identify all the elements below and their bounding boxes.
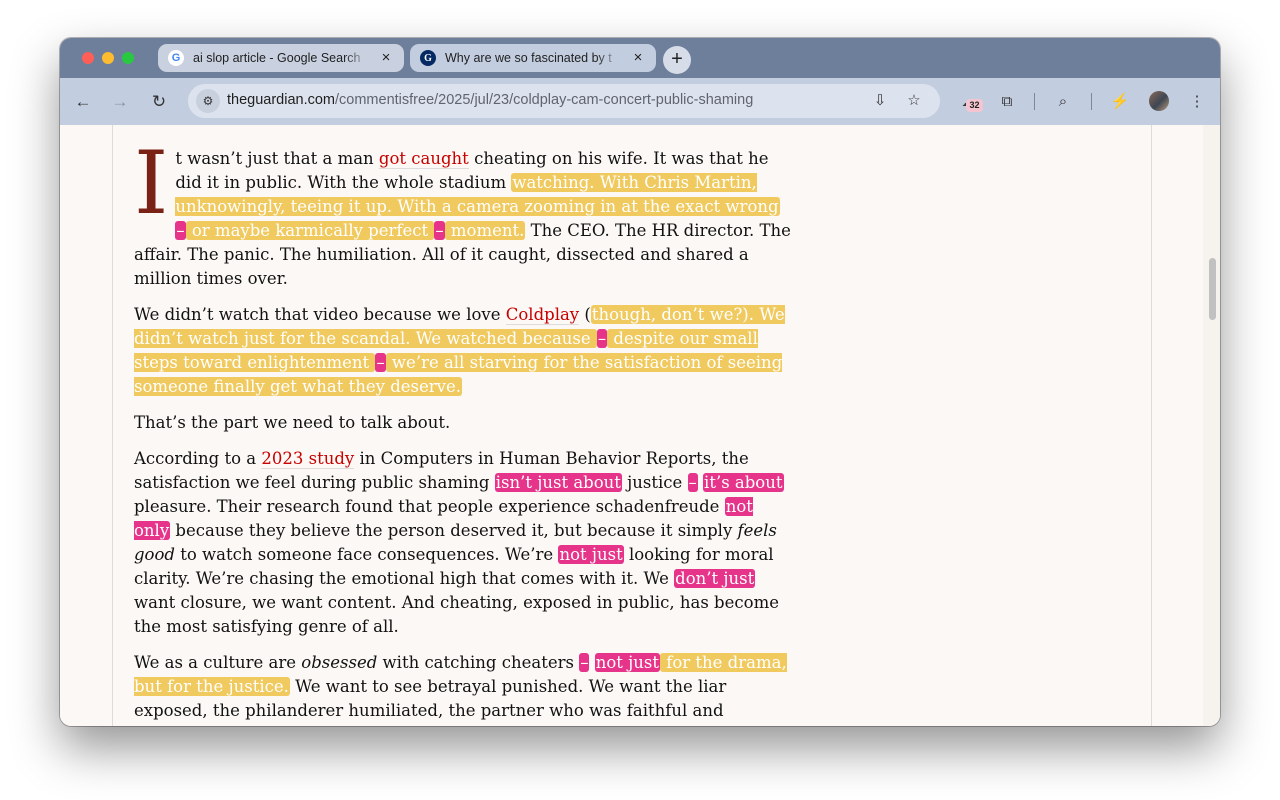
highlight-pink-dash: – <box>375 353 386 372</box>
tab-guardian-article[interactable]: G Why are we so fascinated by t × <box>410 44 656 72</box>
site-info-icon[interactable]: ⚙ <box>196 89 220 113</box>
link-2023-study[interactable]: 2023 study <box>261 449 355 469</box>
toolbar-divider <box>1034 93 1035 110</box>
highlight-pink: not just <box>558 545 624 564</box>
url-text[interactable]: theguardian.com/commentisfree/2025/jul/2… <box>227 92 753 108</box>
column-divider <box>1151 125 1152 726</box>
forward-icon[interactable]: → <box>108 90 132 114</box>
toolbar-divider <box>1091 93 1092 110</box>
install-app-icon[interactable]: ⇩ <box>870 91 890 111</box>
highlight-pink: don’t just <box>674 569 756 588</box>
url-path: /commentisfree/2025/jul/23/coldplay-cam-… <box>335 92 754 108</box>
highlight-pink: it’s about <box>703 473 784 492</box>
highlight-pink-dash: – <box>175 221 186 240</box>
paragraph-3: That’s the part we need to talk about. <box>134 413 451 432</box>
tab-google-search[interactable]: G ai slop article - Google Search × <box>158 44 404 72</box>
browser-window: G ai slop article - Google Search × G Wh… <box>60 38 1220 726</box>
paragraph-5: We as a culture are obsessed with catchi… <box>134 653 787 720</box>
highlight-pink-dash: – <box>579 653 590 672</box>
browser-toolbar: ← → ↻ ⚙ theguardian.com/commentisfree/20… <box>60 78 1220 125</box>
page-content: It wasn’t just that a man got caught che… <box>60 125 1220 726</box>
address-bar[interactable]: ⚙ theguardian.com/commentisfree/2025/jul… <box>188 84 940 118</box>
performance-icon[interactable]: ⚡ <box>1109 91 1131 113</box>
new-tab-button[interactable]: + <box>663 46 691 74</box>
zoom-window-button[interactable] <box>122 52 134 64</box>
highlight-pink-dash: – <box>687 473 698 492</box>
back-icon[interactable]: ← <box>71 90 95 114</box>
column-divider <box>112 125 113 726</box>
tab-search-icon[interactable]: ⌕ <box>1052 91 1074 113</box>
google-icon: G <box>168 50 184 66</box>
close-window-button[interactable] <box>82 52 94 64</box>
bookmark-star-icon[interactable]: ☆ <box>904 91 924 111</box>
emphasis: obsessed <box>301 653 378 672</box>
minimize-window-button[interactable] <box>102 52 114 64</box>
highlight-pink-dash: – <box>596 329 608 348</box>
close-icon[interactable]: × <box>630 50 646 66</box>
menu-kebab-icon[interactable]: ⋮ <box>1186 91 1208 113</box>
highlight-pink: isn’t just about <box>494 473 622 492</box>
dropcap: I <box>134 132 169 234</box>
link-got-caught[interactable]: got caught <box>378 149 469 169</box>
extensions-puzzle-icon[interactable]: ⧉ <box>996 91 1018 113</box>
tab-title: ai slop article - Google Search <box>193 51 361 65</box>
link-coldplay[interactable]: Coldplay <box>505 305 580 325</box>
highlight-yellow: moment. <box>444 221 526 240</box>
highlight-pink-dash: – <box>434 221 445 240</box>
highlight-pink: not just <box>594 653 660 672</box>
paragraph-4: According to a 2023 study in Computers i… <box>134 449 784 636</box>
paragraph-2: We didn’t watch that video because we lo… <box>134 305 785 396</box>
tab-strip: G ai slop article - Google Search × G Wh… <box>60 38 1220 78</box>
close-icon[interactable]: × <box>378 50 394 66</box>
reload-icon[interactable]: ↻ <box>147 90 171 114</box>
scrollbar-thumb[interactable] <box>1209 258 1216 320</box>
scrollbar-track[interactable] <box>1203 125 1220 726</box>
highlight-yellow: or maybe karmically perfect <box>185 221 435 240</box>
guardian-icon: G <box>420 50 436 66</box>
extension-badge: 32 <box>966 99 983 112</box>
tab-title: Why are we so fascinated by t <box>445 51 612 65</box>
profile-avatar[interactable] <box>1149 91 1169 111</box>
article-body: It wasn’t just that a man got caught che… <box>134 132 794 726</box>
paragraph-1: It wasn’t just that a man got caught che… <box>134 132 791 289</box>
url-domain: theguardian.com <box>227 92 336 108</box>
